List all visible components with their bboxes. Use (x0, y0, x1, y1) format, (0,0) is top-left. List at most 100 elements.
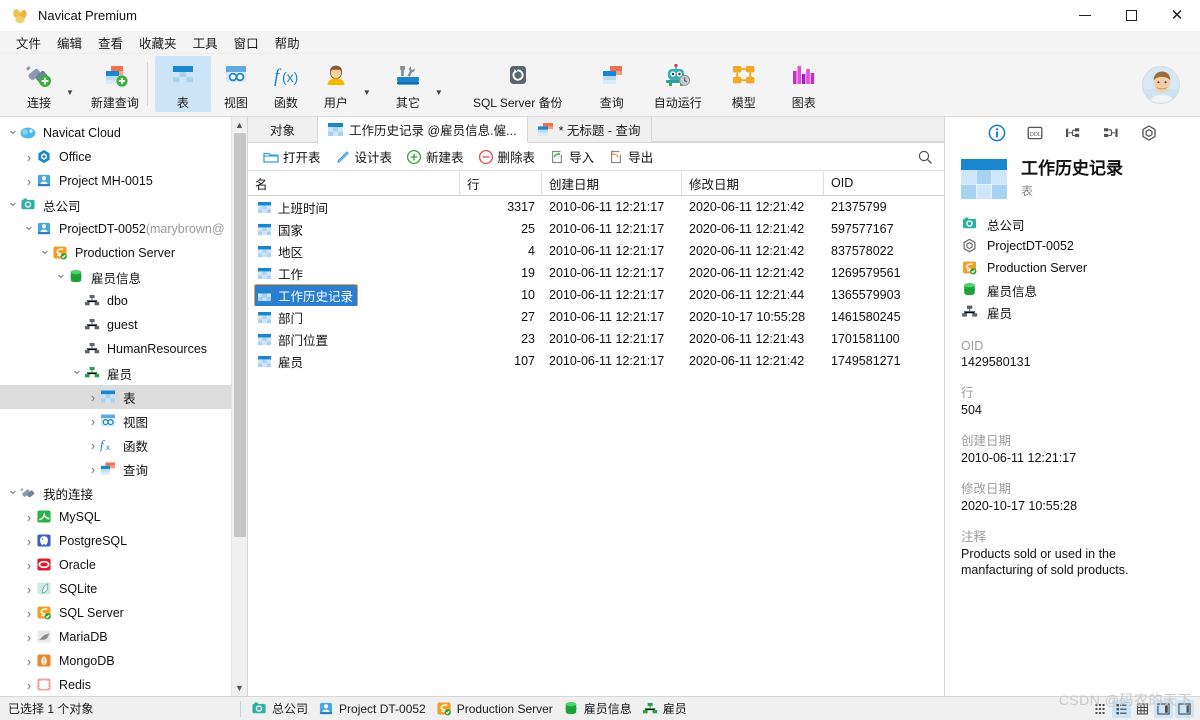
chevron-right-icon[interactable] (22, 654, 36, 669)
list-detail-view-icon[interactable] (1112, 700, 1131, 718)
table-row-name-cell[interactable]: 部门位置 (248, 328, 460, 350)
tree-item-9[interactable]: HumanResources (0, 337, 231, 361)
grid-column-header[interactable]: 名 (248, 171, 460, 195)
table-row[interactable]: 地区 4 2010-06-11 12:21:17 2020-06-11 12:21:4… (248, 240, 944, 262)
table-row-name-cell[interactable]: 工作历史记录 (248, 284, 460, 306)
grid-header[interactable]: 名行创建日期 修改日期 OID (248, 171, 944, 196)
tree-item-1[interactable]: Office (0, 145, 231, 169)
chevron-right-icon[interactable] (22, 606, 36, 621)
hexagon-settings-icon[interactable] (1139, 123, 1159, 143)
open-table-button[interactable]: 打开表 (256, 145, 328, 168)
chevron-down-icon[interactable] (54, 269, 68, 285)
view-mode-buttons[interactable] (1091, 700, 1194, 718)
table-row-name-cell[interactable]: 工作 (248, 262, 460, 284)
maximize-button[interactable] (1108, 0, 1154, 32)
delete-table-button[interactable]: 删除表 (471, 145, 543, 168)
info-breadcrumb-item[interactable]: 总公司 (961, 213, 1200, 235)
grid-small-view-icon[interactable] (1091, 700, 1110, 718)
table-name-chip[interactable]: 地区 (255, 241, 307, 262)
toolbar-connection[interactable]: 连接 (14, 56, 64, 112)
info-breadcrumb-item[interactable]: 雇员 (961, 301, 1200, 323)
data-structure-icon[interactable] (1101, 123, 1121, 143)
tree-item-17[interactable]: PostgreSQL (0, 529, 231, 553)
toolbar-new-query[interactable]: 新建查询 (90, 56, 140, 112)
toolbar-backup[interactable]: SQL Server 备份 (463, 56, 573, 112)
tab-table-worklog[interactable]: 工作历史记录 @雇员信息.僱... (318, 117, 528, 143)
tree-item-11[interactable]: 表 (0, 385, 231, 409)
user-dropdown-caret-icon[interactable]: ▼ (363, 74, 371, 97)
table-name-chip[interactable]: 工作 (255, 263, 307, 284)
chevron-down-icon[interactable] (6, 125, 20, 141)
split-bottom-panel-icon[interactable] (1175, 700, 1194, 718)
scrollbar-thumb[interactable] (233, 133, 246, 537)
table-name-chip[interactable]: 部门位置 (255, 329, 332, 350)
table-name-chip[interactable]: 雇员 (255, 351, 307, 372)
info-circle-icon[interactable] (987, 123, 1007, 143)
connection-dropdown-caret-icon[interactable]: ▼ (66, 74, 74, 97)
chevron-right-icon[interactable] (22, 630, 36, 645)
toolbar-user[interactable]: 用户 (311, 56, 361, 112)
menu-window[interactable]: 窗口 (226, 31, 267, 54)
grid-column-header[interactable]: 创建日期 (542, 171, 682, 195)
chevron-right-icon[interactable] (22, 510, 36, 525)
chevron-right-icon[interactable] (22, 678, 36, 693)
scroll-down-arrow-icon[interactable]: ▼ (235, 680, 244, 696)
tree-item-10[interactable]: 雇员 (0, 361, 231, 385)
tree-item-2[interactable]: Project MH-0015 (0, 169, 231, 193)
info-breadcrumb-item[interactable]: Production Server (961, 257, 1200, 279)
tree-item-13[interactable]: fx 函数 (0, 433, 231, 457)
tree-item-6[interactable]: 雇员信息 (0, 265, 231, 289)
toolbar-model[interactable]: 模型 (719, 56, 769, 112)
menu-help[interactable]: 帮助 (267, 31, 308, 54)
tab-objects[interactable]: 对象 (248, 116, 318, 142)
tab-untitled-query[interactable]: * 无标题 - 查询 (527, 116, 652, 142)
tree-item-15[interactable]: 我的连接 (0, 481, 231, 505)
tree-item-7[interactable]: dbo (0, 289, 231, 313)
table-name-chip[interactable]: 部门 (255, 307, 307, 328)
table-row[interactable]: 国家 25 2010-06-11 12:21:17 2020-06-11 12:21:… (248, 218, 944, 240)
other-dropdown-caret-icon[interactable]: ▼ (435, 74, 443, 97)
table-name-chip[interactable]: 上班时间 (255, 197, 332, 218)
table-name-chip[interactable]: 工作历史记录 (253, 284, 359, 306)
menu-tools[interactable]: 工具 (185, 31, 226, 54)
chevron-right-icon[interactable] (86, 462, 100, 477)
chevron-right-icon[interactable] (22, 150, 36, 165)
split-right-panel-icon[interactable] (1154, 700, 1173, 718)
grid-rows[interactable]: 上班时间 3317 2010-06-11 12:21:17 2020-06-11 12… (248, 196, 944, 696)
chevron-right-icon[interactable] (86, 438, 100, 453)
chevron-down-icon[interactable] (22, 221, 36, 237)
tree-item-21[interactable]: MariaDB (0, 625, 231, 649)
menu-file[interactable]: 文件 (8, 31, 49, 54)
close-button[interactable]: ✕ (1154, 0, 1200, 32)
table-row-name-cell[interactable]: 上班时间 (248, 196, 460, 218)
info-breadcrumb-item[interactable]: ProjectDT-0052 (961, 235, 1200, 257)
search-icon[interactable] (917, 149, 934, 166)
minimize-button[interactable] (1062, 0, 1108, 32)
table-row[interactable]: 工作 19 2010-06-11 12:21:17 2020-06-11 12:21:… (248, 262, 944, 284)
tree-item-3[interactable]: 总公司 (0, 193, 231, 217)
er-diagram-icon[interactable] (1063, 123, 1083, 143)
tree-item-16[interactable]: MySQL (0, 505, 231, 529)
toolbar-view[interactable]: 视图 (211, 56, 261, 112)
chevron-right-icon[interactable] (86, 390, 100, 405)
table-row-name-cell[interactable]: 雇员 (248, 350, 460, 372)
grid-column-header[interactable]: 行 (460, 171, 542, 195)
export-button[interactable]: 导出 (601, 145, 660, 168)
table-row-name-cell[interactable]: 部门 (248, 306, 460, 328)
tree-item-4[interactable]: ProjectDT-0052 (marybrown@ (0, 217, 231, 241)
tree-scrollbar[interactable]: ▲ ▼ (231, 117, 247, 696)
toolbar-query[interactable]: 查询 (587, 56, 637, 112)
tree-item-8[interactable]: guest (0, 313, 231, 337)
toolbar-automation[interactable]: 自动运行 (647, 56, 709, 112)
chevron-right-icon[interactable] (22, 174, 36, 189)
tree-item-14[interactable]: 查询 (0, 457, 231, 481)
toolbar-other[interactable]: 其它 (383, 56, 433, 112)
table-row-name-cell[interactable]: 地区 (248, 240, 460, 262)
scroll-up-arrow-icon[interactable]: ▲ (235, 117, 244, 133)
tree-item-23[interactable]: Redis (0, 673, 231, 696)
chevron-down-icon[interactable] (6, 197, 20, 213)
scrollbar-track[interactable] (232, 133, 248, 680)
user-avatar[interactable] (1142, 66, 1180, 104)
chevron-down-icon[interactable] (6, 485, 20, 501)
menu-edit[interactable]: 编辑 (49, 31, 90, 54)
